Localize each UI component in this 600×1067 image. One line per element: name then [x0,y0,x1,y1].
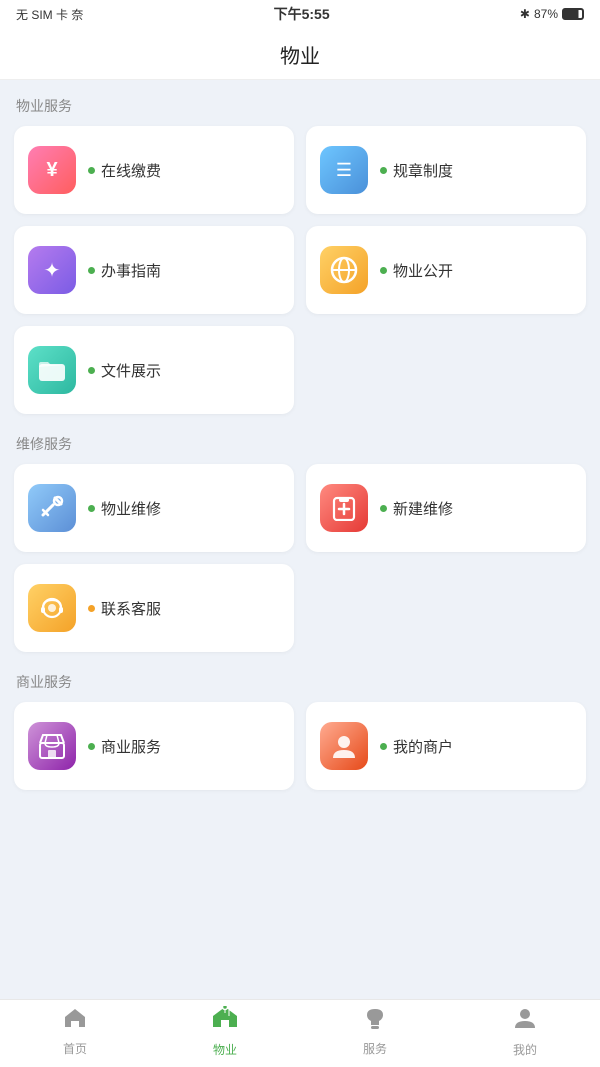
battery-level: 87% [534,7,558,21]
bluetooth-icon: ✱ [520,7,530,21]
nav-property[interactable]: 物业 [150,1006,300,1058]
guide-label: 办事指南 [88,260,161,281]
my-merchant-icon [320,722,368,770]
service-nav-icon [362,1007,388,1036]
property-repair-icon [28,484,76,532]
mine-nav-label: 我的 [513,1041,537,1058]
contact-service-icon [28,584,76,632]
new-repair-svg [331,495,357,521]
contact-service-dot [88,605,95,612]
business-icon [28,722,76,770]
business-dot [88,743,95,750]
public-icon [320,246,368,294]
rules-dot [380,167,387,174]
bottom-nav: 首页 物业 服务 我的 [0,999,600,1067]
home-icon [63,1007,87,1036]
online-pay-dot [88,167,95,174]
public-label: 物业公开 [380,260,453,281]
person-svg [330,732,358,760]
property-repair-label: 物业维修 [88,498,161,519]
property-repair-dot [88,505,95,512]
contact-service-label: 联系客服 [88,598,161,619]
card-online-pay[interactable]: ¥ 在线缴费 [14,126,294,214]
empty-placeholder [306,326,586,414]
page-title: 物业 [0,28,600,80]
new-repair-label: 新建维修 [380,498,453,519]
card-rules[interactable]: ☰ 规章制度 [306,126,586,214]
card-files[interactable]: 文件展示 [14,326,294,414]
online-pay-icon: ¥ [28,146,76,194]
business-label: 商业服务 [88,736,161,757]
status-bar: 无 SIM 卡 奈 下午5:55 ✱ 87% [0,0,600,28]
section-repair-service: 维修服务 物业维修 [14,434,586,652]
status-left: 无 SIM 卡 奈 [16,6,83,23]
repair-empty [306,564,586,652]
online-pay-label: 在线缴费 [88,160,161,181]
guide-icon: ✦ [28,246,76,294]
card-public[interactable]: 物业公开 [306,226,586,314]
card-property-repair[interactable]: 物业维修 [14,464,294,552]
headset-svg [38,594,66,622]
new-repair-dot [380,505,387,512]
nav-service[interactable]: 服务 [300,1007,450,1057]
property-nav-label: 物业 [213,1041,237,1058]
card-guide[interactable]: ✦ 办事指南 [14,226,294,314]
card-business[interactable]: 商业服务 [14,702,294,790]
wrench-svg [39,495,65,521]
section-title-property: 物业服务 [14,96,586,116]
rules-icon: ☰ [320,146,368,194]
public-dot [380,267,387,274]
property-grid: ¥ 在线缴费 ☰ 规章制度 ✦ [14,126,586,414]
section-title-repair: 维修服务 [14,434,586,454]
repair-grid: 物业维修 新建维修 [14,464,586,652]
new-repair-icon [320,484,368,532]
main-content: 物业服务 ¥ 在线缴费 ☰ 规章制度 [0,80,600,999]
nav-home[interactable]: 首页 [0,1007,150,1057]
my-merchant-label: 我的商户 [380,736,453,757]
section-title-business: 商业服务 [14,672,586,692]
mine-nav-icon [513,1006,537,1037]
guide-dot [88,267,95,274]
nav-mine[interactable]: 我的 [450,1006,600,1058]
rules-label: 规章制度 [380,160,453,181]
public-svg [330,256,358,284]
home-label: 首页 [63,1040,87,1057]
business-grid: 商业服务 我的商户 [14,702,586,790]
card-new-repair[interactable]: 新建维修 [306,464,586,552]
status-right: ✱ 87% [520,7,584,21]
files-dot [88,367,95,374]
section-property-service: 物业服务 ¥ 在线缴费 ☰ 规章制度 [14,96,586,414]
status-time: 下午5:55 [274,4,330,24]
battery-icon [562,8,584,20]
card-contact-service[interactable]: 联系客服 [14,564,294,652]
shop-svg [38,733,66,759]
section-business-service: 商业服务 商业服务 [14,672,586,790]
my-merchant-dot [380,743,387,750]
service-nav-label: 服务 [363,1040,387,1057]
files-icon [28,346,76,394]
card-my-merchant[interactable]: 我的商户 [306,702,586,790]
files-label: 文件展示 [88,360,161,381]
property-nav-icon [212,1006,238,1037]
files-svg [38,358,66,382]
